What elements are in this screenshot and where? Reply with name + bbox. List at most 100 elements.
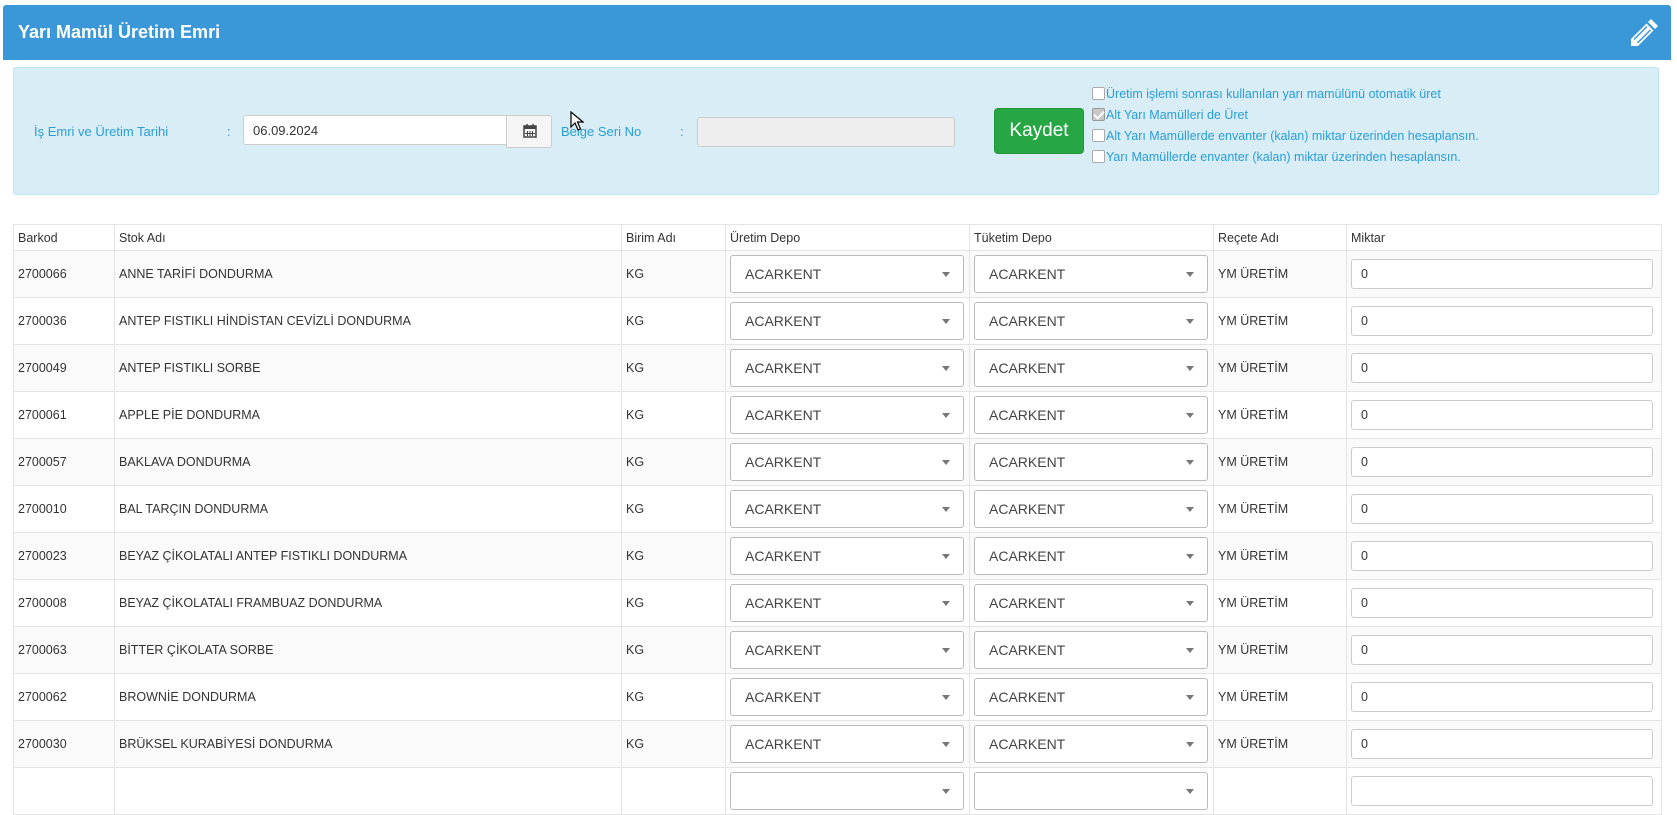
miktar-input[interactable] [1351,306,1653,336]
tuketim-depo-select[interactable]: ACARKENT [974,396,1208,434]
miktar-cell [1346,438,1662,486]
tuketim-depo-value: ACARKENT [989,548,1066,564]
option-label: Üretim işlemi sonrası kullanılan yarı ma… [1106,87,1441,101]
uretim-depo-select[interactable]: ACARKENT [730,537,964,575]
option-sub-inventory[interactable]: Alt Yarı Mamüllerde envanter (kalan) mik… [1092,128,1479,144]
table-header: Barkod Stok Adı Birim Adı Üretim Depo Tü… [13,224,1662,251]
tuketim-depo-select[interactable]: ACARKENT [974,255,1208,293]
tuketim-depo-select[interactable]: ACARKENT [974,443,1208,481]
miktar-input[interactable] [1351,447,1653,477]
save-button[interactable]: Kaydet [994,108,1084,154]
uretim-depo-select[interactable]: ACARKENT [730,678,964,716]
pencil-icon[interactable] [1627,16,1661,50]
tuketim-depo-select[interactable]: ACARKENT [974,537,1208,575]
uretim-depo-value: ACARKENT [745,736,822,752]
uretim-depo-value: ACARKENT [745,454,822,470]
uretim-depo-select[interactable]: ACARKENT [730,255,964,293]
uretim-depo-select[interactable]: ACARKENT [730,631,964,669]
miktar-input[interactable] [1351,541,1653,571]
table-row: 2700061 APPLE PİE DONDURMA KG ACARKENT ACARK… [13,391,1662,439]
miktar-input[interactable] [1351,682,1653,712]
option-sub-produce[interactable]: Alt Yarı Mamülleri de Üret [1092,107,1248,123]
tuketim-depo-select[interactable]: ACARKENT [974,678,1208,716]
tuketim-depo-select[interactable] [974,772,1208,810]
uretim-depo-select[interactable]: ACARKENT [730,349,964,387]
chevron-down-icon [1186,695,1194,700]
col-birim-adi[interactable]: Birim Adı [621,224,726,251]
tuketim-depo-value: ACARKENT [989,407,1066,423]
barkod-cell: 2700062 [13,673,115,721]
recete-adi-cell: YM ÜRETİM [1213,579,1347,627]
miktar-input[interactable] [1351,729,1653,759]
tuketim-depo-value: ACARKENT [989,642,1066,658]
barkod-cell: 2700063 [13,626,115,674]
option-checkbox[interactable] [1092,129,1105,142]
miktar-input[interactable] [1351,776,1653,806]
tuketim-depo-select[interactable]: ACARKENT [974,349,1208,387]
uretim-depo-value: ACARKENT [745,501,822,517]
option-auto-produce[interactable]: Üretim işlemi sonrası kullanılan yarı ma… [1092,86,1441,102]
option-checkbox[interactable] [1092,87,1105,100]
col-stok-adi[interactable]: Stok Adı [114,224,622,251]
tuketim-depo-cell: ACARKENT [969,720,1214,768]
stok-adi-cell: ANNE TARİFİ DONDURMA [114,250,622,298]
table-row: 2700030 BRÜKSEL KURABİYESİ DONDURMA KG ACAR… [13,720,1662,768]
tuketim-depo-cell: ACARKENT [969,391,1214,439]
option-checkbox[interactable] [1092,150,1105,163]
uretim-depo-select[interactable]: ACARKENT [730,302,964,340]
birim-adi-cell: KG [621,532,726,580]
miktar-cell [1346,673,1662,721]
chevron-down-icon [942,789,950,794]
uretim-depo-select[interactable]: ACARKENT [730,396,964,434]
miktar-input[interactable] [1351,259,1653,289]
miktar-input[interactable] [1351,494,1653,524]
option-inventory[interactable]: Yarı Mamüllerde envanter (kalan) miktar … [1092,149,1461,165]
seri-input[interactable] [697,117,955,147]
calendar-button[interactable] [506,115,552,148]
miktar-input[interactable] [1351,400,1653,430]
tuketim-depo-select[interactable]: ACARKENT [974,725,1208,763]
miktar-cell [1346,485,1662,533]
miktar-cell [1346,391,1662,439]
chevron-down-icon [942,366,950,371]
tuketim-depo-cell: ACARKENT [969,297,1214,345]
uretim-depo-select[interactable]: ACARKENT [730,725,964,763]
uretim-depo-select[interactable]: ACARKENT [730,490,964,528]
uretim-depo-select[interactable] [730,772,964,810]
col-tuketim-depo[interactable]: Tüketim Depo [969,224,1214,251]
recete-adi-cell: YM ÜRETİM [1213,626,1347,674]
tuketim-depo-value: ACARKENT [989,689,1066,705]
miktar-cell [1346,767,1662,815]
option-checkbox[interactable] [1092,108,1105,121]
miktar-input[interactable] [1351,635,1653,665]
col-uretim-depo[interactable]: Üretim Depo [725,224,970,251]
tuketim-depo-select[interactable]: ACARKENT [974,631,1208,669]
recete-adi-cell: YM ÜRETİM [1213,720,1347,768]
tuketim-depo-cell: ACARKENT [969,344,1214,392]
col-recete-adi[interactable]: Reçete Adı [1213,224,1347,251]
stok-adi-cell: BEYAZ ÇİKOLATALI FRAMBUAZ DONDURMA [114,579,622,627]
chevron-down-icon [1186,742,1194,747]
miktar-input[interactable] [1351,588,1653,618]
tuketim-depo-select[interactable]: ACARKENT [974,584,1208,622]
barkod-cell: 2700057 [13,438,115,486]
production-table: Barkod Stok Adı Birim Adı Üretim Depo Tü… [13,224,1662,815]
miktar-input[interactable] [1351,353,1653,383]
barkod-cell: 2700066 [13,250,115,298]
tuketim-depo-select[interactable]: ACARKENT [974,490,1208,528]
uretim-depo-select[interactable]: ACARKENT [730,584,964,622]
tuketim-depo-select[interactable]: ACARKENT [974,302,1208,340]
col-barkod[interactable]: Barkod [13,224,115,251]
uretim-depo-cell: ACARKENT [725,438,970,486]
tuketim-depo-cell: ACARKENT [969,485,1214,533]
uretim-depo-select[interactable]: ACARKENT [730,443,964,481]
date-input[interactable] [243,115,507,145]
stok-adi-cell: ANTEP FISTIKLI HİNDİSTAN CEVİZLİ DONDURM… [114,297,622,345]
table-row: 2700008 BEYAZ ÇİKOLATALI FRAMBUAZ DONDURM… [13,579,1662,627]
col-miktar[interactable]: Miktar [1346,224,1662,251]
barkod-cell: 2700061 [13,391,115,439]
chevron-down-icon [942,507,950,512]
uretim-depo-cell [725,767,970,815]
date-colon: : [227,124,231,139]
page-header: Yarı Mamül Üretim Emri [3,5,1671,60]
